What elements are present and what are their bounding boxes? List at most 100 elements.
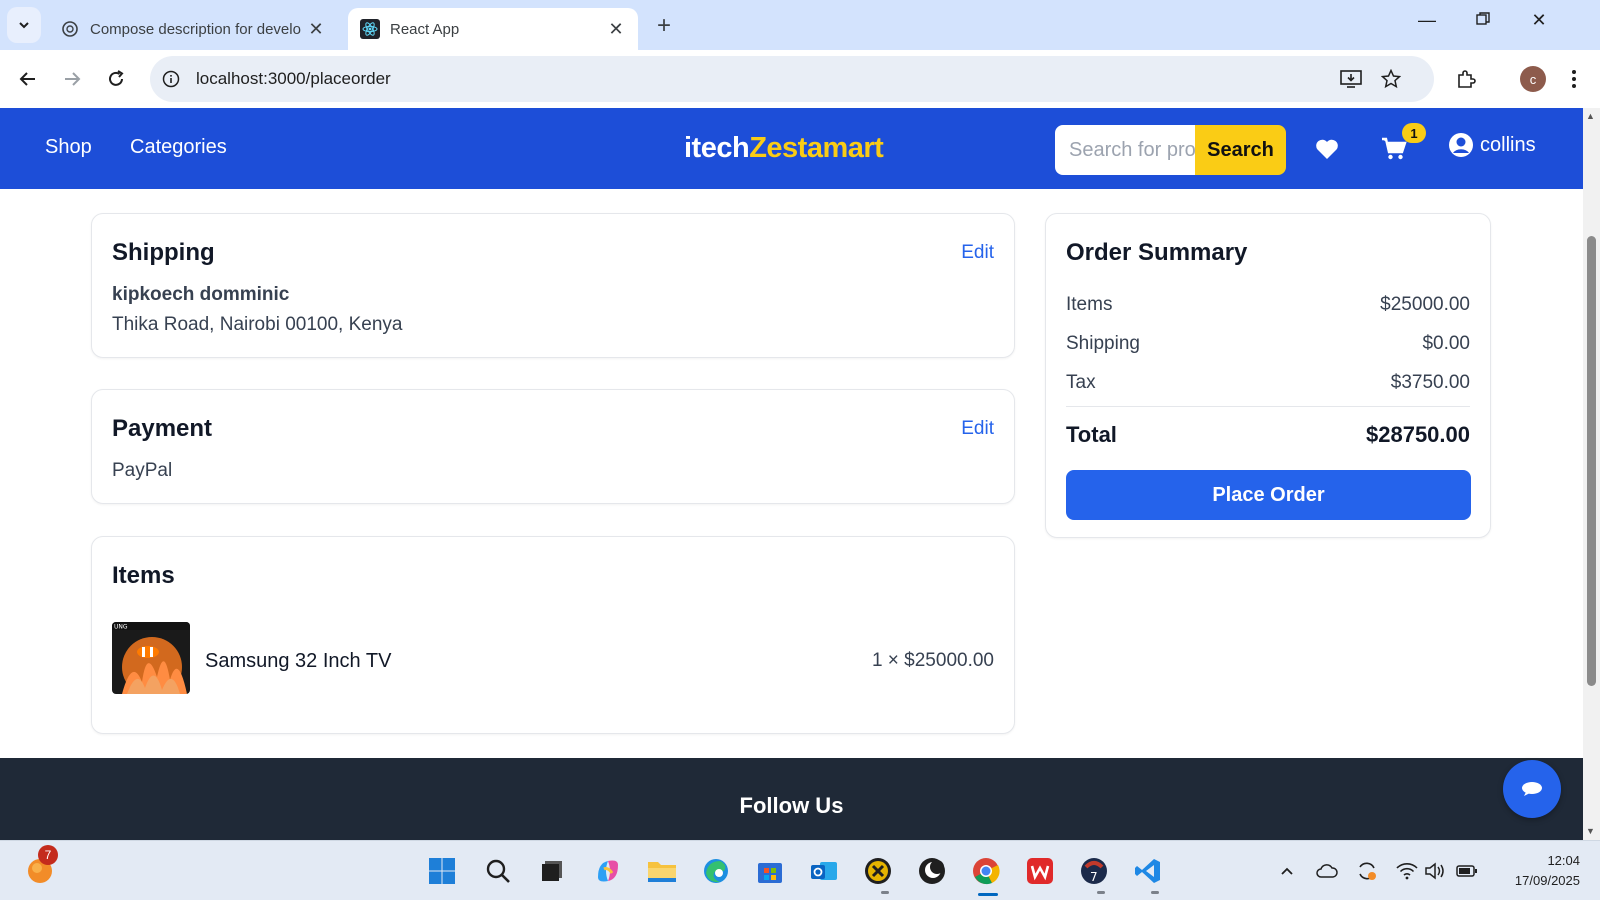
task-view-button[interactable] <box>536 855 568 887</box>
tab-search-button[interactable] <box>7 7 41 43</box>
system-clock[interactable]: 12:04 17/09/2025 <box>1490 851 1580 891</box>
user-menu[interactable]: collins <box>1448 132 1536 158</box>
url-text: localhost:3000/placeorder <box>196 69 391 88</box>
new-tab-button[interactable]: + <box>650 12 678 40</box>
running-indicator <box>881 891 889 894</box>
search-input[interactable] <box>1055 125 1195 175</box>
obs-app[interactable] <box>916 855 948 887</box>
browser-toolbar: localhost:3000/placeorder c <box>0 50 1600 108</box>
summary-total-label: Total <box>1066 422 1117 447</box>
back-button[interactable] <box>14 65 42 93</box>
store-icon <box>758 863 782 883</box>
vscode-app[interactable] <box>1132 855 1164 887</box>
bookmark-star-icon[interactable] <box>1380 68 1402 90</box>
vscode-icon <box>1135 859 1160 883</box>
search-button[interactable]: Search <box>1195 125 1286 175</box>
browser-menu-button[interactable] <box>1560 65 1588 93</box>
ixl-app[interactable] <box>862 855 894 887</box>
svg-text:7: 7 <box>1090 870 1098 884</box>
game-app[interactable]: 7 <box>1078 855 1110 887</box>
address-bar[interactable]: localhost:3000/placeorder <box>150 56 1434 102</box>
page-scrollbar[interactable]: ▲ ▼ <box>1583 108 1600 840</box>
summary-total-row: Total $28750.00 <box>1066 422 1470 448</box>
tab-title: React App <box>390 20 460 38</box>
battery-icon <box>1456 865 1477 877</box>
items-heading: Items <box>112 562 175 589</box>
site-logo[interactable]: itechZestamart <box>684 132 884 165</box>
profile-avatar[interactable]: c <box>1520 66 1546 92</box>
summary-total-value: $28750.00 <box>1366 422 1470 447</box>
sync-tray[interactable] <box>1355 859 1379 883</box>
tab-compose[interactable]: Compose description for develo ✕ <box>48 8 338 50</box>
close-window-button[interactable]: ✕ <box>1524 10 1554 31</box>
volume-tray[interactable] <box>1423 859 1447 883</box>
item-name[interactable]: Samsung 32 Inch TV <box>205 650 391 673</box>
puzzle-icon <box>1458 70 1476 88</box>
product-thumbnail[interactable]: UNG <box>112 622 190 694</box>
order-summary-heading: Order Summary <box>1066 239 1248 266</box>
active-indicator <box>978 893 998 896</box>
chevron-down-icon <box>19 22 29 29</box>
wishlist-button[interactable] <box>1311 133 1343 165</box>
payment-method: PayPal <box>112 460 173 481</box>
minimize-button[interactable]: — <box>1412 10 1442 31</box>
site-info-icon[interactable] <box>160 68 182 90</box>
speaker-icon <box>1425 862 1444 880</box>
outlook-app[interactable] <box>808 855 840 887</box>
brand-part-1: itech <box>684 132 750 164</box>
extensions-button[interactable] <box>1452 65 1480 93</box>
brand-part-2: Zestamart <box>749 132 884 164</box>
place-order-button[interactable]: Place Order <box>1066 470 1471 520</box>
wifi-tray[interactable] <box>1395 859 1419 883</box>
clock-date: 17/09/2025 <box>1514 873 1580 888</box>
onedrive-tray[interactable] <box>1315 859 1339 883</box>
follow-us-heading: Follow Us <box>739 793 844 818</box>
battery-tray[interactable] <box>1455 859 1479 883</box>
scrollbar-thumb[interactable] <box>1587 236 1596 686</box>
site-navbar: Shop Categories itechZestamart Search 1 … <box>0 108 1583 189</box>
install-app-icon[interactable] <box>1340 68 1362 90</box>
file-explorer-app[interactable] <box>646 855 678 887</box>
forward-button[interactable] <box>58 65 86 93</box>
running-indicator <box>1097 891 1105 894</box>
wps-office-app[interactable] <box>1024 855 1056 887</box>
close-tab-icon[interactable]: ✕ <box>306 19 326 40</box>
microsoft-store-app[interactable] <box>754 855 786 887</box>
shopping-cart-icon <box>1382 137 1407 160</box>
restore-button[interactable] <box>1468 10 1498 31</box>
cloud-icon <box>1316 864 1338 878</box>
running-indicator <box>1151 891 1159 894</box>
site-footer: Follow Us <box>0 758 1583 840</box>
edit-shipping-link[interactable]: Edit <box>961 242 994 264</box>
edit-payment-link[interactable]: Edit <box>961 418 994 440</box>
close-tab-icon[interactable]: ✕ <box>606 19 626 40</box>
react-icon <box>360 19 380 39</box>
windows-logo-icon <box>429 858 455 884</box>
payment-card: Payment Edit PayPal <box>91 389 1015 504</box>
taskbar-search[interactable] <box>482 855 514 887</box>
start-button[interactable] <box>426 855 458 887</box>
browser-tabstrip: Compose description for develo ✕ React A… <box>0 0 1600 50</box>
nav-link-categories[interactable]: Categories <box>130 136 227 159</box>
shipping-address: Thika Road, Nairobi 00100, Kenya <box>112 314 403 335</box>
scroll-up-arrow-icon[interactable]: ▲ <box>1586 111 1595 121</box>
scroll-down-arrow-icon[interactable]: ▼ <box>1586 826 1595 836</box>
chat-button[interactable] <box>1503 760 1561 818</box>
shipping-heading: Shipping <box>112 239 215 266</box>
summary-tax-row: Tax $3750.00 <box>1066 372 1470 394</box>
windows-taskbar: 7 7 12:04 17/09/2025 <box>0 840 1600 900</box>
summary-tax-label: Tax <box>1066 372 1096 393</box>
edge-browser-app[interactable] <box>700 855 732 887</box>
nav-link-shop[interactable]: Shop <box>45 136 92 159</box>
chrome-app[interactable] <box>970 855 1002 887</box>
user-circle-icon <box>1449 133 1473 157</box>
page-viewport: Shop Categories itechZestamart Search 1 … <box>0 108 1583 840</box>
svg-text:UNG: UNG <box>114 624 128 631</box>
folder-icon <box>648 862 676 882</box>
reload-button[interactable] <box>102 65 130 93</box>
tab-react-app[interactable]: React App ✕ <box>348 8 638 50</box>
copilot-app[interactable] <box>592 855 624 887</box>
summary-shipping-row: Shipping $0.00 <box>1066 333 1470 355</box>
tray-overflow-button[interactable] <box>1275 859 1299 883</box>
heart-icon <box>1316 139 1338 159</box>
